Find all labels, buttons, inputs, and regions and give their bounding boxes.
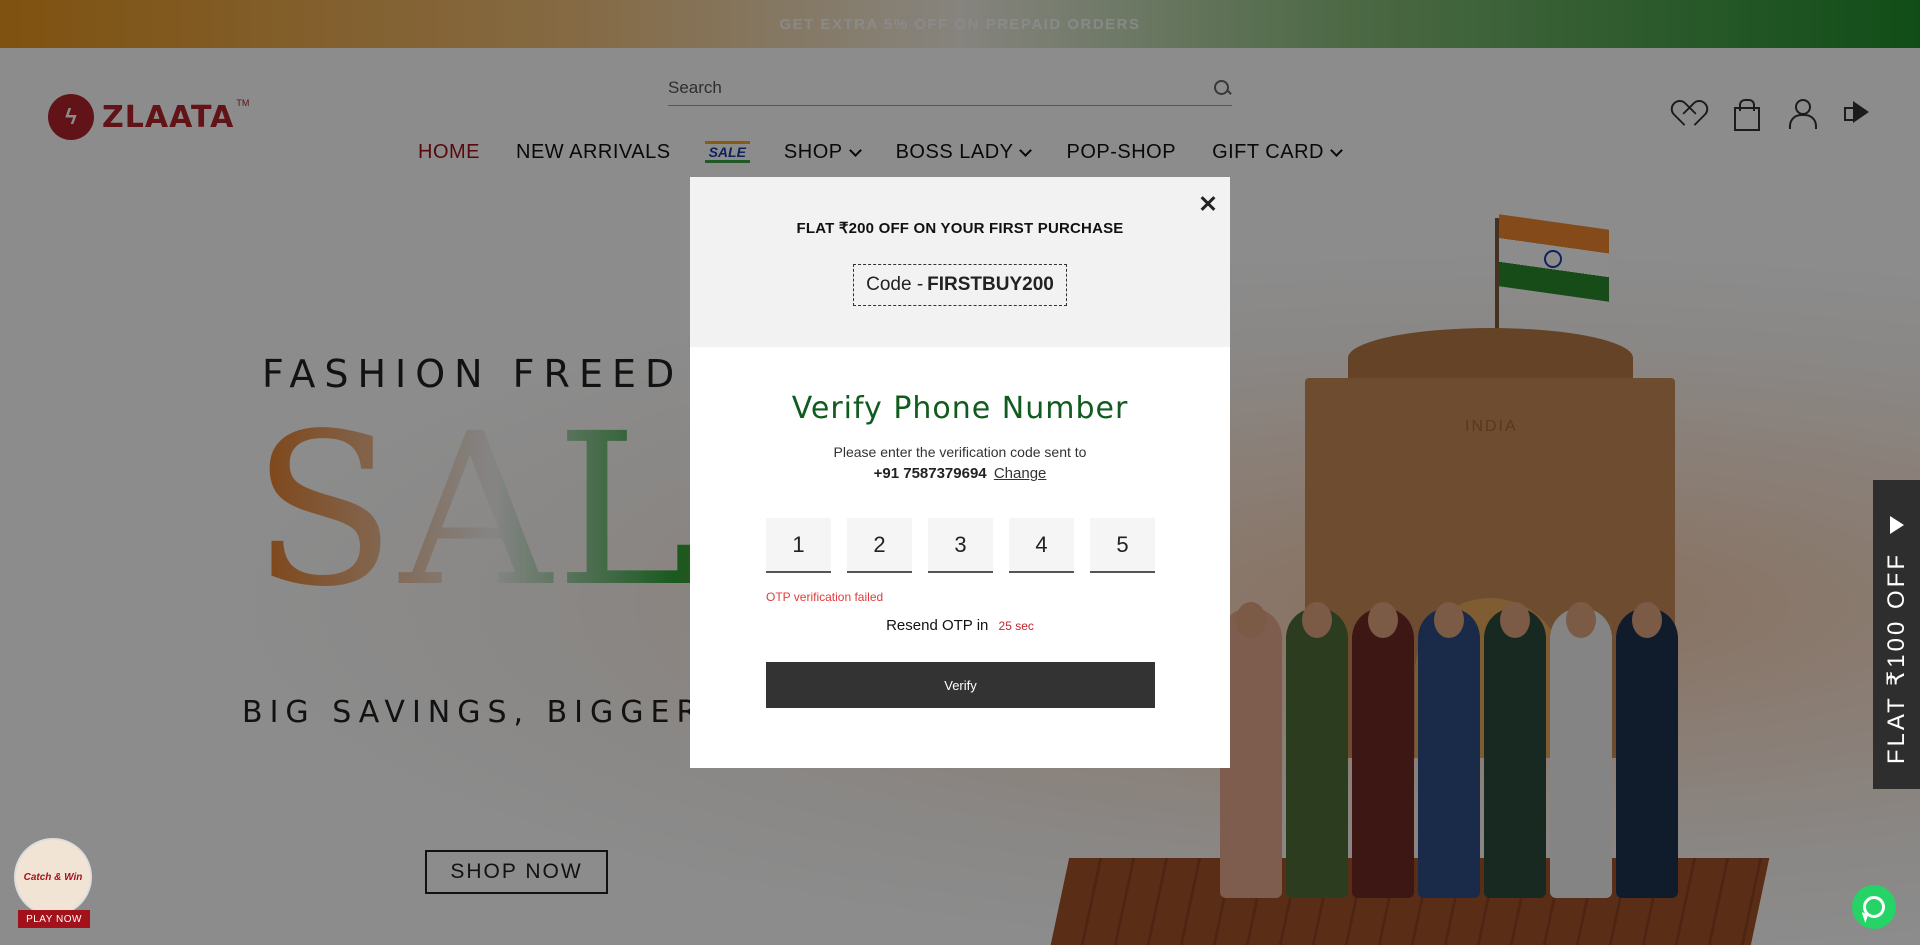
- otp-error-message: OTP verification failed: [766, 590, 884, 604]
- otp-digit-4[interactable]: [1009, 518, 1074, 573]
- verify-description: Please enter the verification code sent …: [833, 444, 1087, 460]
- resend-label: Resend OTP in: [886, 617, 989, 634]
- otp-modal: FLAT ₹200 OFF ON YOUR FIRST PURCHASE Cod…: [690, 177, 1230, 768]
- promo-title: FLAT ₹200 OFF ON YOUR FIRST PURCHASE: [796, 220, 1124, 237]
- otp-digit-5[interactable]: [1090, 518, 1155, 573]
- resend-otp: Resend OTP in 25 sec: [690, 617, 1230, 634]
- coupon-code-box[interactable]: Code - FIRSTBUY200: [853, 264, 1067, 306]
- otp-digit-2[interactable]: [847, 518, 912, 573]
- side-tab-label: FLAT ₹100 OFF: [1882, 552, 1910, 765]
- change-number-link[interactable]: Change: [994, 465, 1047, 482]
- phone-line: +91 7587379694 Change: [690, 465, 1230, 482]
- catch-win-widget[interactable]: Catch & Win PLAY NOW: [14, 838, 94, 933]
- coupon-code: FIRSTBUY200: [927, 274, 1054, 295]
- phone-number: +91 7587379694: [873, 465, 987, 482]
- flat-offer-side-tab[interactable]: FLAT ₹100 OFF: [1873, 480, 1920, 789]
- close-icon[interactable]: [1194, 189, 1222, 217]
- coupon-code-prefix: Code -: [866, 274, 924, 295]
- widget-label: Catch & Win: [23, 871, 83, 883]
- whatsapp-button[interactable]: [1852, 885, 1896, 929]
- play-arrow-icon: [1889, 516, 1904, 534]
- otp-digit-3[interactable]: [928, 518, 993, 573]
- otp-inputs: [766, 518, 1155, 573]
- cart-game-icon: Catch & Win: [14, 838, 92, 916]
- play-now-button[interactable]: PLAY NOW: [18, 910, 90, 928]
- promo-header: FLAT ₹200 OFF ON YOUR FIRST PURCHASE Cod…: [690, 177, 1230, 347]
- verify-button[interactable]: Verify: [766, 662, 1155, 708]
- resend-timer: 25 sec: [998, 619, 1034, 633]
- whatsapp-icon: [1863, 896, 1885, 918]
- otp-digit-1[interactable]: [766, 518, 831, 573]
- verify-title: Verify Phone Number: [791, 391, 1129, 426]
